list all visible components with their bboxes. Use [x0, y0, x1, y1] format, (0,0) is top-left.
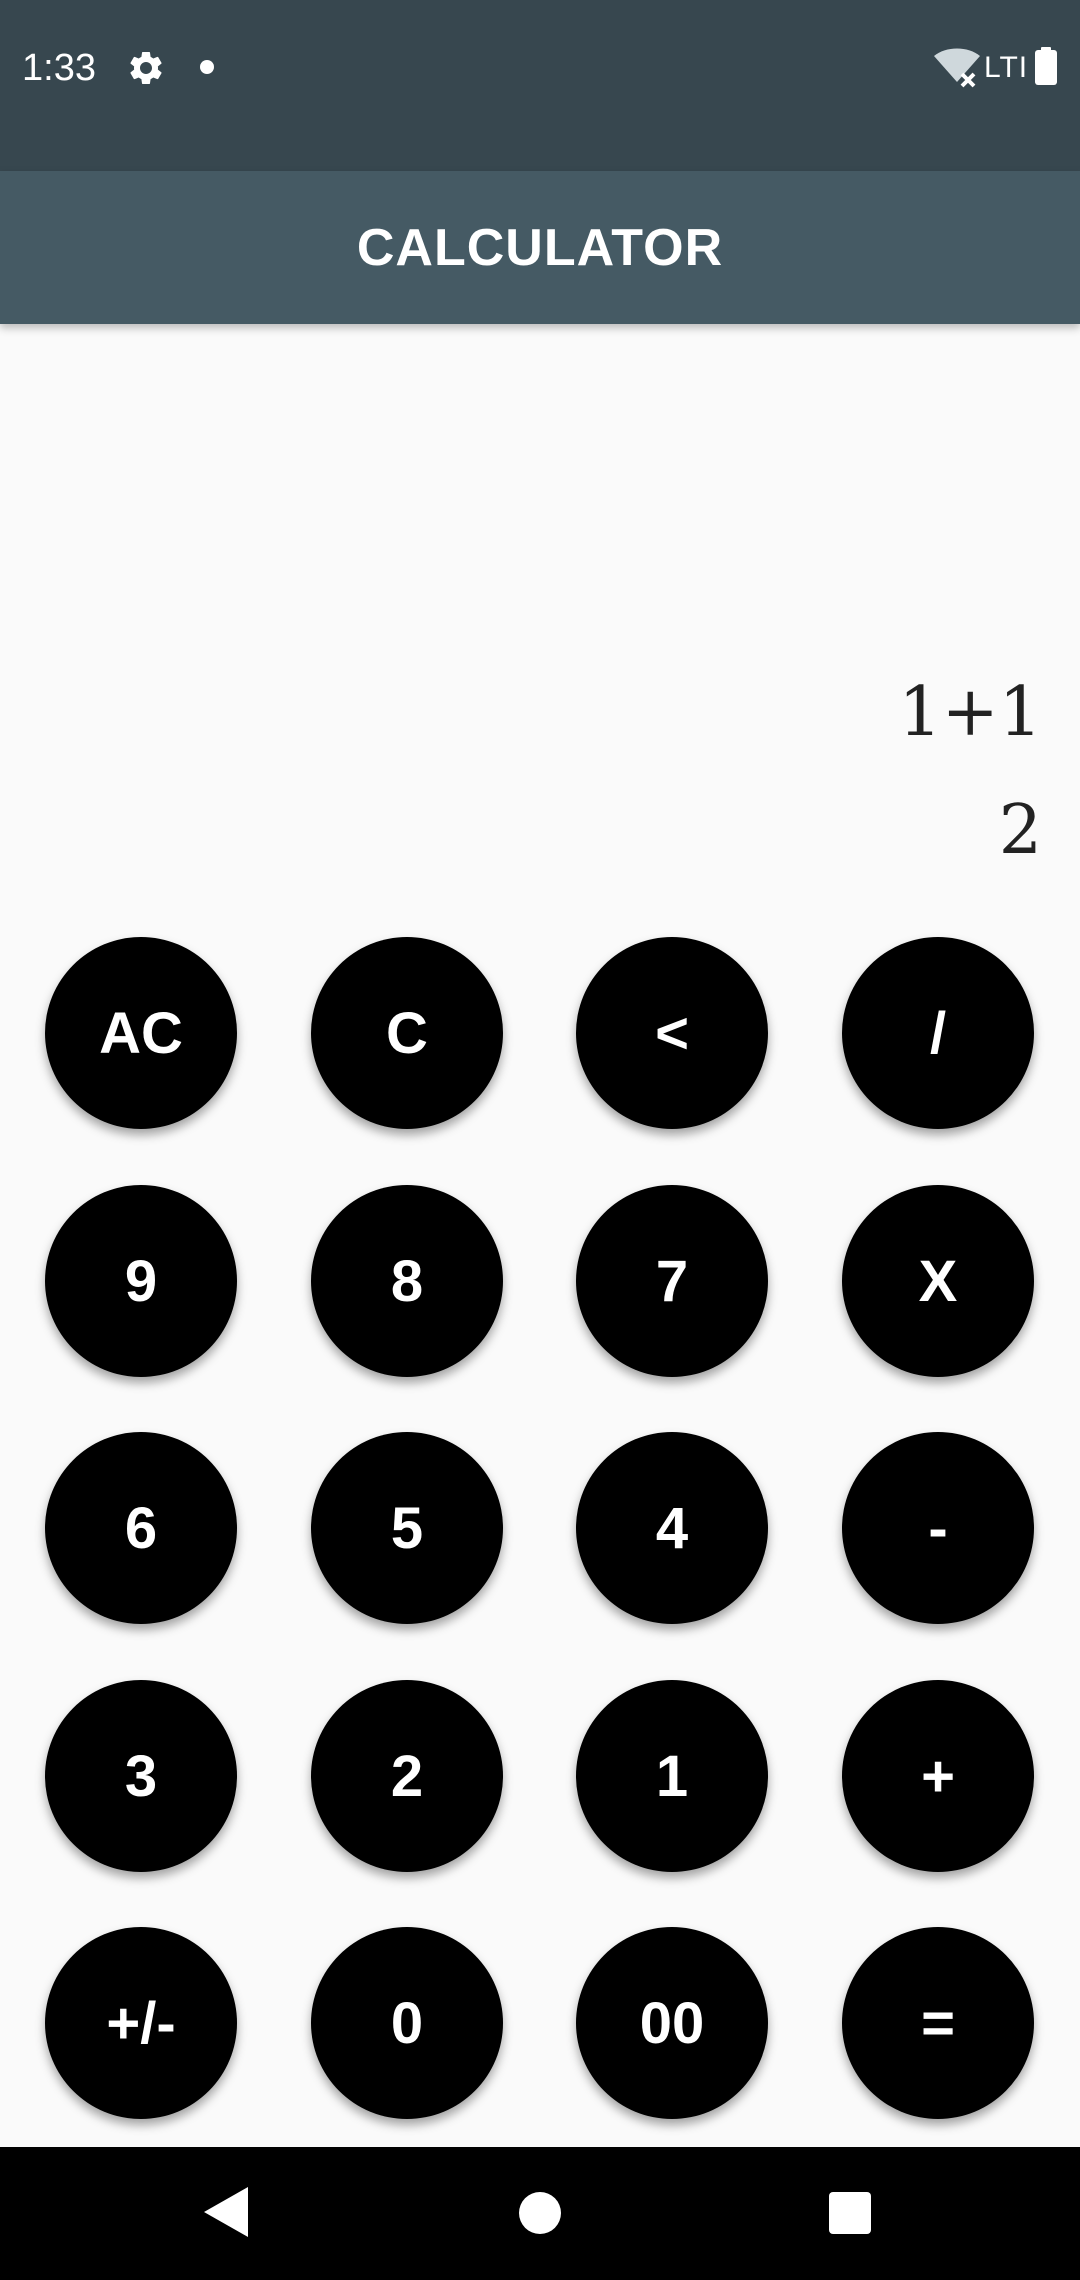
gear-icon	[130, 51, 162, 84]
home-icon[interactable]	[519, 2192, 561, 2234]
status-bar: 1:33 LTI	[0, 0, 1080, 171]
wifi-off-icon	[934, 48, 980, 88]
digit-3-button[interactable]: 3	[45, 1680, 237, 1872]
digit-4-button[interactable]: 4	[576, 1432, 768, 1624]
add-button[interactable]: +	[842, 1680, 1034, 1872]
back-icon[interactable]	[204, 2187, 248, 2237]
sign-toggle-button[interactable]: +/-	[45, 1927, 237, 2119]
app-title: CALCULATOR	[356, 218, 724, 277]
clear-button[interactable]: C	[311, 937, 503, 1129]
divide-button[interactable]: /	[842, 937, 1034, 1129]
multiply-button[interactable]: X	[842, 1185, 1034, 1377]
app-bar: CALCULATOR	[0, 171, 1080, 324]
digit-0-button[interactable]: 0	[311, 1927, 503, 2119]
result-display: 2	[998, 791, 1042, 870]
backspace-button[interactable]: <	[576, 937, 768, 1129]
digit-8-button[interactable]: 8	[311, 1185, 503, 1377]
digit-2-button[interactable]: 2	[311, 1680, 503, 1872]
equals-button[interactable]: =	[842, 1927, 1034, 2119]
digit-1-button[interactable]: 1	[576, 1680, 768, 1872]
expression-display: 1+1	[898, 673, 1042, 752]
status-time: 1:33	[22, 47, 96, 89]
network-type: LTI	[984, 51, 1029, 84]
battery-icon	[1035, 47, 1057, 85]
notification-dot-icon	[200, 60, 214, 74]
digit-5-button[interactable]: 5	[311, 1432, 503, 1624]
all-clear-button[interactable]: AC	[45, 937, 237, 1129]
subtract-button[interactable]: -	[842, 1432, 1034, 1624]
double-zero-button[interactable]: 00	[576, 1927, 768, 2119]
digit-7-button[interactable]: 7	[576, 1185, 768, 1377]
digit-9-button[interactable]: 9	[45, 1185, 237, 1377]
recents-icon[interactable]	[829, 2192, 871, 2234]
digit-6-button[interactable]: 6	[45, 1432, 237, 1624]
